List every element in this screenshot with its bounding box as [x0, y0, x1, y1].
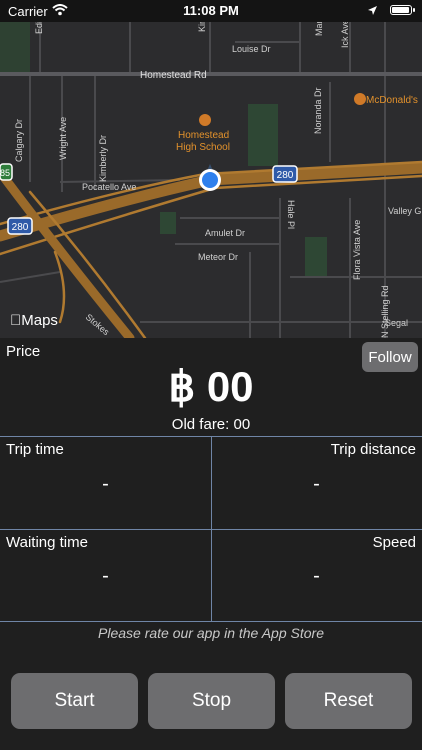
apple-icon: : [10, 312, 21, 329]
label-homestead-rd: Homestead Rd: [140, 70, 207, 81]
label-meteor: Meteor Dr: [198, 252, 238, 262]
label-kimberly: Kimberly Dr: [98, 135, 108, 182]
reset-button[interactable]: Reset: [285, 673, 412, 729]
rate-app-message[interactable]: Please rate our app in the App Store: [0, 625, 422, 641]
price-value: ฿ 00: [168, 363, 254, 410]
map-drawing: 280 280 85 Louise Dr Homestead Rd McDona…: [0, 22, 422, 338]
label-ick-ave: Ick Ave: [340, 22, 350, 48]
stop-button[interactable]: Stop: [148, 673, 275, 729]
waiting-time-value: -: [102, 565, 109, 587]
label-kir: Kir: [197, 22, 207, 32]
speed-value: -: [313, 565, 320, 587]
location-arrow-icon: [367, 4, 378, 19]
label-mcdonalds: McDonald's: [366, 95, 418, 106]
label-wright: Wright Ave: [58, 117, 68, 160]
old-fare: Old fare: 00: [171, 416, 251, 433]
shield-85: 85: [0, 168, 10, 178]
maps-attribution-text: Maps: [10, 312, 58, 329]
battery-icon: [390, 5, 415, 15]
label-noranda: Noranda Dr: [313, 87, 323, 134]
label-calgary: Calgary Dr: [14, 119, 24, 162]
label-mar: Mar: [314, 22, 324, 36]
label-louise: Louise Dr: [232, 44, 271, 54]
school-pin-icon: [199, 114, 211, 126]
trip-time-value: -: [102, 473, 109, 495]
price-label: Price: [6, 343, 41, 360]
trip-distance-value: -: [313, 473, 320, 495]
divider: [211, 436, 212, 621]
restaurant-pin-icon: [354, 93, 366, 105]
label-edi: Edi: [34, 22, 44, 34]
label-flora: Flora Vista Ave: [352, 220, 362, 280]
speed-label: Speed: [372, 534, 416, 551]
label-school-2: High School: [176, 142, 230, 153]
apple-maps-logo: Maps: [10, 312, 58, 329]
divider: [0, 621, 422, 622]
label-valley: Valley Gr: [388, 206, 422, 216]
user-location-dot: [202, 172, 218, 188]
status-bar: Carrier 11:08 PM: [0, 0, 422, 22]
label-hale: Hale Pl: [286, 200, 296, 229]
label-school-1: Homestead: [178, 130, 229, 141]
trip-distance-label: Trip distance: [330, 441, 416, 458]
map-view[interactable]: 280 280 85 Louise Dr Homestead Rd McDona…: [0, 22, 422, 338]
trip-time-label: Trip time: [6, 441, 64, 458]
start-button[interactable]: Start: [11, 673, 138, 729]
clock: 11:08 PM: [183, 3, 239, 18]
shield-280-left: 280: [12, 222, 29, 233]
label-segal: Segal: [385, 318, 408, 328]
label-amulet: Amulet Dr: [205, 228, 245, 238]
shield-280-right: 280: [277, 170, 294, 181]
waiting-time-label: Waiting time: [6, 534, 88, 551]
label-pocatello: Pocatello Ave: [82, 182, 136, 192]
label-stelling: N Stelling Rd: [380, 285, 390, 338]
